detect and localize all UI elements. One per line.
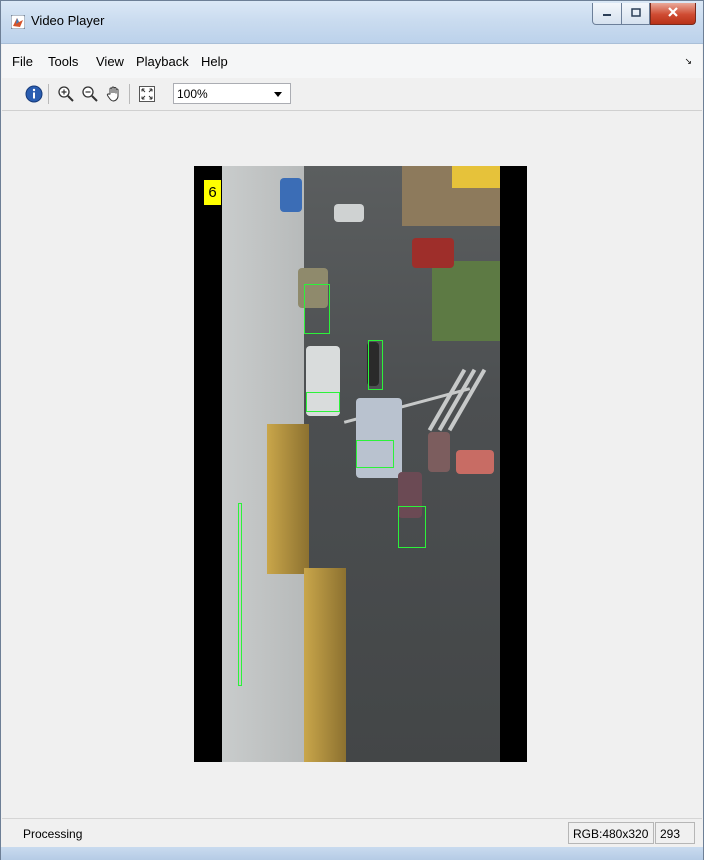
detection-line (238, 503, 242, 686)
motorcycle (428, 432, 450, 472)
dock-arrow-icon[interactable]: ↘ (684, 56, 692, 67)
pan-hand-icon[interactable] (104, 84, 124, 104)
yellow-barrier (267, 424, 309, 574)
status-frame-number: 293 (655, 822, 695, 844)
zoom-out-icon[interactable] (80, 84, 100, 104)
menu-tools[interactable]: Tools (48, 54, 78, 69)
video-frame[interactable]: 6 (194, 166, 527, 762)
info-icon[interactable] (24, 84, 44, 104)
title-bar[interactable]: Video Player (1, 1, 703, 44)
detection-box (306, 392, 340, 412)
crosswalk-stripe (427, 368, 467, 432)
minimize-button[interactable] (592, 3, 622, 25)
detection-box (368, 340, 383, 390)
status-text: Processing (23, 827, 83, 841)
toolbar-separator (129, 84, 130, 104)
window-title: Video Player (31, 13, 105, 28)
detection-box (398, 506, 426, 548)
menu-file[interactable]: File (12, 54, 33, 69)
menu-help[interactable]: Help (201, 54, 228, 69)
close-icon (666, 6, 680, 21)
yellow-barrier (304, 568, 346, 762)
detection-box (356, 440, 394, 468)
maximize-icon (630, 7, 642, 21)
vehicle-car (334, 204, 364, 222)
vehicle-bus (280, 178, 302, 212)
zoom-level-value: 100% (177, 87, 208, 101)
video-display-area: 6 (2, 111, 702, 817)
zoom-in-icon[interactable] (56, 84, 76, 104)
matlab-icon (10, 14, 26, 30)
toolbar-separator (48, 84, 49, 104)
minimize-icon (601, 7, 613, 21)
detection-box (304, 284, 330, 334)
shop-sign (452, 166, 500, 188)
grass-median (432, 261, 500, 341)
vehicle-car (412, 238, 454, 268)
toolbar: 100% (2, 78, 702, 111)
pedicab (456, 450, 494, 474)
menu-bar: File Tools View Playback Help ↘ (2, 44, 702, 79)
status-bar: Processing RGB:480x320 293 (2, 818, 702, 847)
maximize-button[interactable] (622, 3, 650, 25)
window-bottom-border (1, 847, 703, 860)
menu-playback[interactable]: Playback (136, 54, 189, 69)
menu-view[interactable]: View (96, 54, 124, 69)
zoom-level-select[interactable]: 100% (173, 83, 291, 104)
chevron-down-icon (274, 92, 282, 97)
traffic-scene-image (222, 166, 500, 762)
fit-to-window-icon[interactable] (137, 84, 157, 104)
status-format: RGB:480x320 (568, 822, 654, 844)
frame-number-label: 6 (204, 180, 221, 205)
video-player-window: Video Player File Tools View Playback He… (0, 0, 704, 860)
close-button[interactable] (650, 3, 696, 25)
